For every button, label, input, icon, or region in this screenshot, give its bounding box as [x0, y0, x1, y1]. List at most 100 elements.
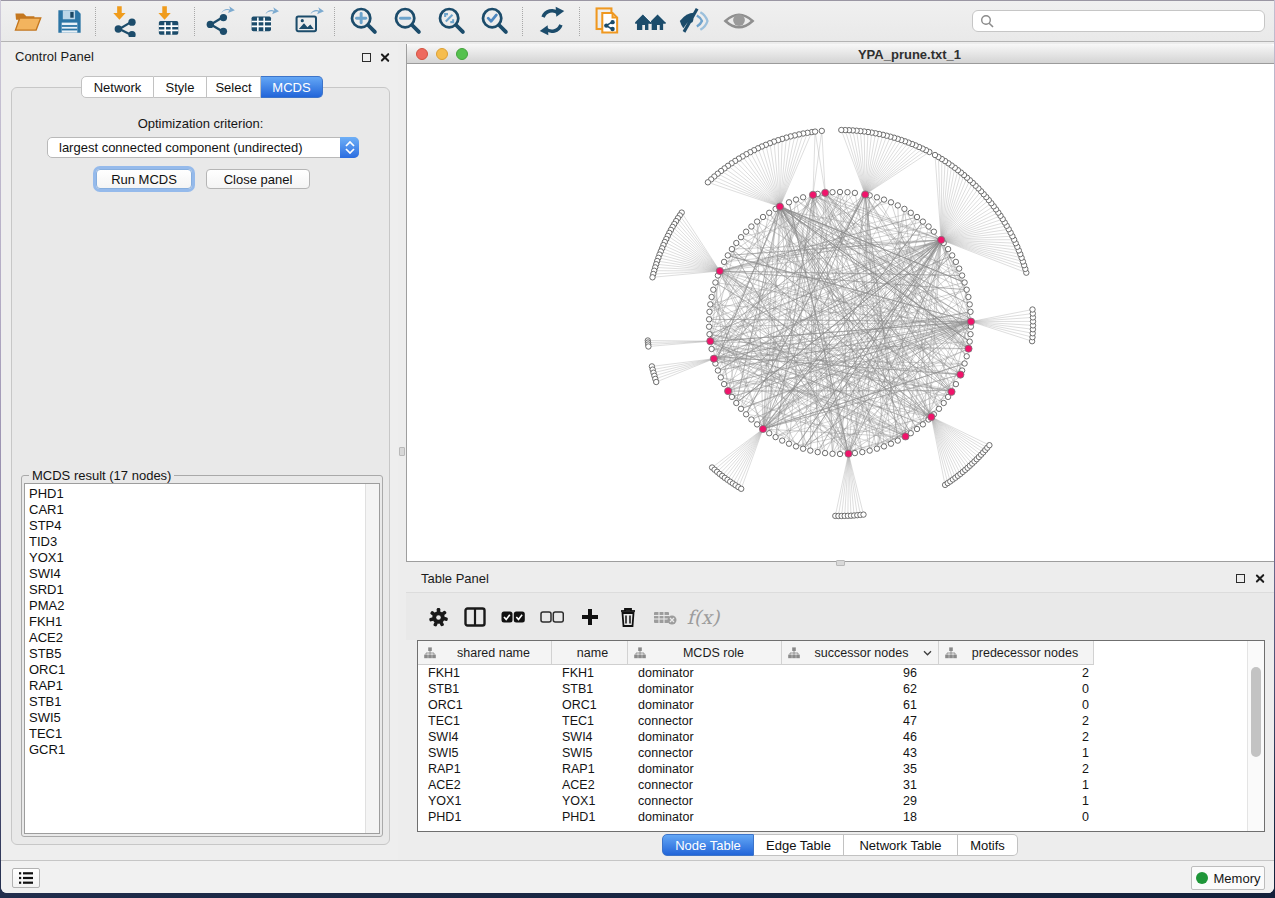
- apply-layout-button[interactable]: [535, 4, 569, 38]
- tab-mcds[interactable]: MCDS: [261, 76, 323, 98]
- mcds-result-item[interactable]: GCR1: [25, 742, 379, 758]
- list-scrollbar[interactable]: [365, 484, 379, 833]
- cell-shared-name: PHD1: [418, 809, 552, 825]
- cell-successor-nodes: 62: [782, 681, 939, 697]
- criterion-dropdown[interactable]: largest connected component (undirected): [47, 137, 359, 158]
- control-panel: Control Panel NetworkStyleSelectMCDS Opt…: [1, 42, 398, 860]
- mcds-result-item[interactable]: RAP1: [25, 678, 379, 694]
- table-panel-title: Table Panel: [421, 571, 489, 586]
- toolbar-separator: [522, 7, 523, 36]
- network-canvas[interactable]: [407, 65, 1274, 561]
- attribute-tree-icon: [634, 647, 646, 659]
- function-builder-button[interactable]: f(x): [688, 602, 718, 632]
- zoom-fit-button[interactable]: [435, 4, 469, 38]
- table-row[interactable]: RAP1RAP1dominator352: [418, 761, 1264, 777]
- table-row[interactable]: ORC1ORC1dominator610: [418, 697, 1264, 713]
- mcds-result-item[interactable]: STB1: [25, 694, 379, 710]
- open-folder-icon: [12, 6, 43, 37]
- mcds-result-item[interactable]: STP4: [25, 518, 379, 534]
- tab-select[interactable]: Select: [207, 76, 261, 98]
- tab-network-table[interactable]: Network Table: [844, 834, 958, 856]
- toolbar-separator: [95, 7, 96, 36]
- export-network-button[interactable]: [203, 4, 237, 38]
- mcds-result-item[interactable]: SRD1: [25, 582, 379, 598]
- deselect-all-button[interactable]: [537, 602, 567, 632]
- table-row[interactable]: ACE2ACE2connector311: [418, 777, 1264, 793]
- table-row[interactable]: TEC1TEC1connector472: [418, 713, 1264, 729]
- table-row[interactable]: STB1STB1dominator620: [418, 681, 1264, 697]
- zoom-in-button[interactable]: [347, 4, 381, 38]
- table-row[interactable]: PHD1PHD1dominator180: [418, 809, 1264, 825]
- mcds-result-item[interactable]: PMA2: [25, 598, 379, 614]
- mcds-result-item[interactable]: STB5: [25, 646, 379, 662]
- search-input[interactable]: [999, 14, 1264, 28]
- tab-edge-table[interactable]: Edge Table: [754, 834, 844, 856]
- float-panel-icon[interactable]: [1236, 574, 1245, 583]
- criterion-value: largest connected component (undirected): [48, 140, 341, 155]
- mcds-result-item[interactable]: FKH1: [25, 614, 379, 630]
- table-settings-button[interactable]: [423, 602, 453, 632]
- tab-node-table[interactable]: Node Table: [662, 834, 754, 856]
- mcds-result-item[interactable]: CAR1: [25, 502, 379, 518]
- cell-name: PHD1: [552, 809, 628, 825]
- delete-table-icon: [653, 609, 677, 625]
- memory-button[interactable]: Memory: [1191, 866, 1265, 890]
- create-column-button[interactable]: [575, 602, 605, 632]
- mcds-result-item[interactable]: YOX1: [25, 550, 379, 566]
- zoom-out-button[interactable]: [391, 4, 425, 38]
- run-mcds-button[interactable]: Run MCDS: [96, 169, 192, 189]
- horizontal-splitter-handle[interactable]: [836, 560, 845, 566]
- cell-successor-nodes: 29: [782, 793, 939, 809]
- cell-predecessor-nodes: 1: [939, 777, 1094, 793]
- trash-icon: [618, 606, 638, 628]
- column-header-successor-nodes[interactable]: successor nodes: [782, 641, 939, 665]
- tab-network[interactable]: Network: [81, 76, 154, 98]
- column-header-shared-name[interactable]: shared name: [418, 641, 552, 665]
- close-panel-icon[interactable]: [1254, 573, 1265, 584]
- gear-icon: [427, 606, 450, 629]
- mcds-tab-content: Optimization criterion: largest connecte…: [11, 87, 390, 845]
- tab-motifs[interactable]: Motifs: [958, 834, 1018, 856]
- save-session-button[interactable]: [52, 4, 86, 38]
- column-header-name[interactable]: name: [552, 641, 628, 665]
- vertical-splitter-handle[interactable]: [399, 447, 405, 456]
- select-all-button[interactable]: [498, 602, 528, 632]
- network-title: YPA_prune.txt_1: [407, 47, 1274, 62]
- table-row[interactable]: FKH1FKH1dominator962: [418, 665, 1264, 681]
- mcds-result-item[interactable]: TID3: [25, 534, 379, 550]
- cell-predecessor-nodes: 1: [939, 745, 1094, 761]
- show-column-panel-button[interactable]: [460, 602, 490, 632]
- zoom-selected-button[interactable]: [478, 4, 512, 38]
- column-header-MCDS-role[interactable]: MCDS role: [628, 641, 782, 665]
- mcds-result-item[interactable]: PHD1: [25, 486, 379, 502]
- close-panel-button[interactable]: Close panel: [206, 169, 310, 189]
- table-row[interactable]: SWI4SWI4dominator462: [418, 729, 1264, 745]
- table-scrollbar[interactable]: [1247, 641, 1264, 831]
- mcds-result-item[interactable]: ACE2: [25, 630, 379, 646]
- show-all-networks-button[interactable]: [634, 4, 668, 38]
- delete-column-button[interactable]: [613, 602, 643, 632]
- search-field[interactable]: [972, 10, 1265, 32]
- open-file-button[interactable]: [10, 4, 44, 38]
- float-panel-icon[interactable]: [362, 53, 371, 62]
- tab-style[interactable]: Style: [154, 76, 207, 98]
- column-header-predecessor-nodes[interactable]: predecessor nodes: [939, 641, 1094, 665]
- import-network-button[interactable]: [107, 4, 141, 38]
- show-selected-button[interactable]: [722, 4, 756, 38]
- hide-selected-button[interactable]: [677, 4, 711, 38]
- mcds-result-item[interactable]: SWI4: [25, 566, 379, 582]
- mcds-result-item[interactable]: TEC1: [25, 726, 379, 742]
- close-panel-icon[interactable]: [379, 52, 390, 63]
- panel-menu-button[interactable]: [12, 868, 40, 888]
- clone-network-icon: [592, 5, 624, 37]
- import-table-button[interactable]: [151, 4, 185, 38]
- clone-network-button[interactable]: [591, 4, 625, 38]
- table-row[interactable]: SWI5SWI5connector431: [418, 745, 1264, 761]
- export-table-button[interactable]: [246, 4, 280, 38]
- scrollbar-thumb[interactable]: [1251, 667, 1261, 757]
- table-row[interactable]: YOX1YOX1connector291: [418, 793, 1264, 809]
- mcds-result-item[interactable]: ORC1: [25, 662, 379, 678]
- delete-table-button[interactable]: [650, 602, 680, 632]
- export-image-button[interactable]: [291, 4, 325, 38]
- mcds-result-item[interactable]: SWI5: [25, 710, 379, 726]
